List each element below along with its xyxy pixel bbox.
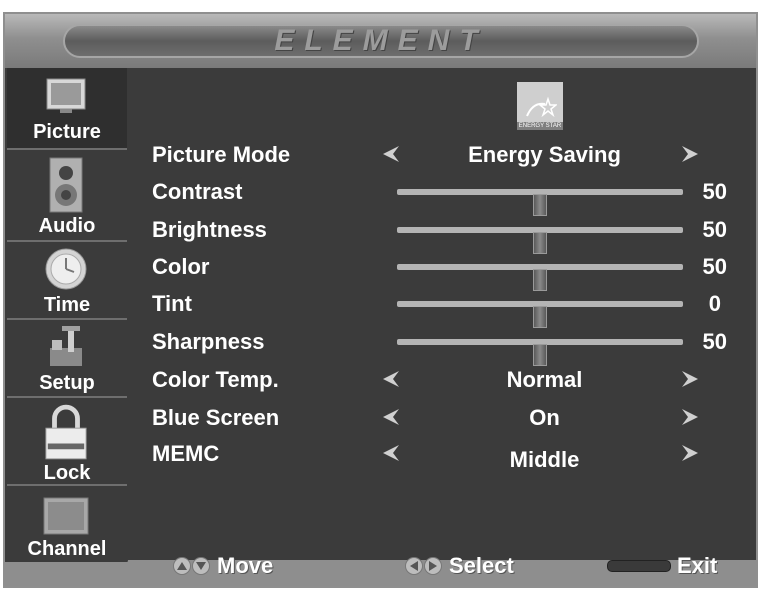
down-button-icon	[192, 557, 210, 575]
footer-move-hint: Move	[173, 552, 273, 580]
arrow-left-icon[interactable]	[381, 407, 401, 427]
sidebar-item-setup[interactable]: Setup	[7, 320, 127, 398]
arrow-left-icon[interactable]	[381, 144, 401, 164]
menu-row-sharpness[interactable]: Sharpness 50	[127, 326, 756, 366]
picture-mode-value: Energy Saving	[468, 142, 621, 167]
sidebar-label: Time	[43, 294, 91, 316]
slider-thumb[interactable]	[533, 306, 547, 328]
footer-exit-hint: Exit	[607, 552, 717, 580]
brand-logo: ELEMENT	[274, 24, 488, 57]
arrow-left-icon[interactable]	[381, 443, 401, 463]
brightness-label: Brightness	[152, 217, 267, 242]
osd-frame: ELEMENT Picture Audio Time Setup Lock Ch…	[3, 12, 758, 588]
sidebar-label: Picture	[33, 121, 101, 143]
select-label: Select	[449, 553, 514, 578]
picture-icon	[43, 76, 89, 116]
up-button-icon	[173, 557, 191, 575]
lock-icon	[43, 402, 89, 462]
sharpness-label: Sharpness	[152, 329, 265, 354]
sharpness-value: 50	[702, 329, 727, 354]
sidebar-label: Audio	[38, 215, 96, 237]
header-bar: ELEMENT	[5, 14, 756, 68]
sidebar-item-lock[interactable]: Lock	[7, 398, 127, 486]
blue-screen-label: Blue Screen	[152, 405, 280, 430]
contrast-value: 50	[702, 179, 727, 204]
sidebar-label: Setup	[39, 372, 95, 394]
energy-star-logo: ENERGY STAR	[517, 82, 563, 130]
menu-row-blue-screen[interactable]: Blue Screen On	[127, 402, 756, 434]
menu-button-icon	[607, 560, 671, 572]
menu-row-tint[interactable]: Tint 0	[127, 288, 756, 328]
contrast-slider[interactable]	[397, 189, 683, 216]
right-button-icon	[424, 557, 442, 575]
memc-value: Middle	[509, 447, 580, 472]
slider-thumb[interactable]	[533, 344, 547, 366]
sidebar-item-channel[interactable]: Channel	[7, 486, 127, 562]
arrow-right-icon[interactable]	[680, 369, 700, 389]
left-button-icon	[405, 557, 423, 575]
menu-row-contrast[interactable]: Contrast 50	[127, 176, 756, 216]
sidebar: Picture Audio Time Setup Lock Channel	[7, 68, 127, 562]
memc-label: MEMC	[152, 441, 220, 466]
tools-icon	[43, 324, 89, 368]
move-label: Move	[217, 553, 274, 578]
menu-row-brightness[interactable]: Brightness 50	[127, 214, 756, 254]
picture-mode-label: Picture Mode	[152, 142, 291, 167]
slider-thumb[interactable]	[533, 194, 547, 216]
sidebar-item-audio[interactable]: Audio	[7, 150, 127, 242]
color-value: 50	[702, 254, 727, 279]
arrow-right-icon[interactable]	[680, 407, 700, 427]
tint-slider[interactable]	[397, 301, 683, 328]
sharpness-slider[interactable]	[397, 339, 683, 366]
color-temp-value: Normal	[506, 367, 583, 392]
menu-row-color-temp[interactable]: Color Temp. Normal	[127, 364, 756, 396]
brightness-slider[interactable]	[397, 227, 683, 254]
arrow-right-icon[interactable]	[680, 443, 700, 463]
picture-menu: ENERGY STAR Picture Mode Energy Saving C…	[127, 68, 756, 562]
color-slider[interactable]	[397, 264, 683, 291]
sidebar-item-picture[interactable]: Picture	[7, 68, 127, 150]
menu-row-picture-mode[interactable]: Picture Mode Energy Saving	[127, 139, 756, 171]
arrow-left-icon[interactable]	[381, 369, 401, 389]
footer-select-hint: Select	[405, 552, 514, 580]
energy-star-label: ENERGY STAR	[517, 122, 563, 130]
sidebar-item-time[interactable]: Time	[7, 242, 127, 320]
brightness-value: 50	[702, 217, 727, 242]
channel-icon	[43, 496, 89, 536]
brand-banner: ELEMENT	[63, 24, 699, 58]
sidebar-label: Channel	[27, 538, 107, 560]
contrast-label: Contrast	[152, 179, 243, 204]
sidebar-label: Lock	[43, 462, 91, 484]
menu-row-color[interactable]: Color 50	[127, 251, 756, 291]
tint-value: 0	[708, 291, 721, 316]
speaker-icon	[43, 156, 89, 214]
tint-label: Tint	[152, 291, 192, 316]
clock-icon	[43, 248, 89, 290]
color-temp-label: Color Temp.	[152, 367, 279, 392]
blue-screen-value: On	[529, 405, 560, 430]
color-label: Color	[152, 254, 210, 279]
exit-label: Exit	[677, 553, 718, 578]
menu-row-memc[interactable]: MEMC Middle	[127, 438, 756, 472]
arrow-right-icon[interactable]	[680, 144, 700, 164]
